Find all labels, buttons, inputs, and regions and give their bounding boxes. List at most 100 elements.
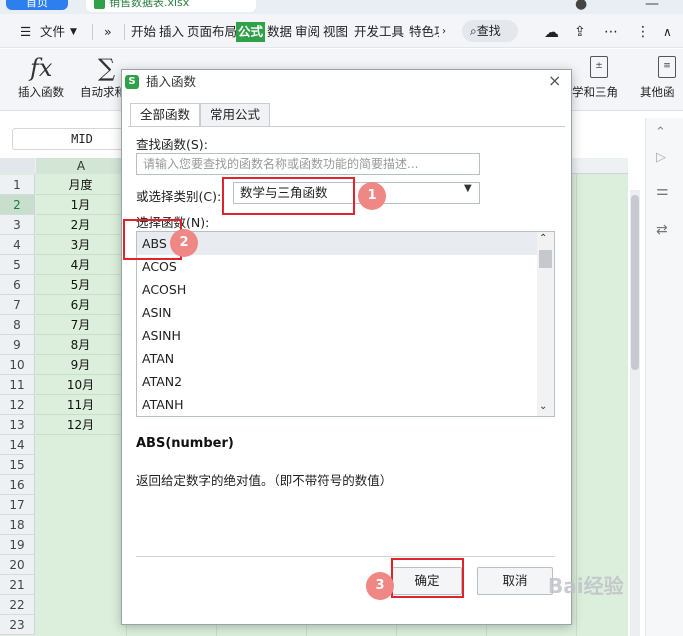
- cell-a[interactable]: 11月: [36, 395, 126, 415]
- row-header[interactable]: 9: [0, 335, 35, 355]
- row-header[interactable]: 15: [0, 455, 35, 475]
- menu-data[interactable]: 数据: [267, 22, 292, 42]
- row-header[interactable]: 17: [0, 495, 35, 515]
- tab-common-formulas[interactable]: 常用公式: [200, 103, 270, 127]
- menu-home[interactable]: 开始: [131, 22, 156, 42]
- function-list-item[interactable]: ATAN: [137, 347, 537, 370]
- cell-a[interactable]: 12月: [36, 415, 126, 435]
- cell-a[interactable]: 8月: [36, 335, 126, 355]
- row-header[interactable]: 20: [0, 555, 35, 575]
- dialog-title: 插入函数: [146, 74, 197, 89]
- function-list-item[interactable]: ACOS: [137, 255, 537, 278]
- search-button[interactable]: ⌕查找: [462, 20, 518, 42]
- menu-insert[interactable]: 插入: [159, 22, 184, 42]
- row-header[interactable]: 10: [0, 355, 35, 375]
- cell-a[interactable]: 4月: [36, 255, 126, 275]
- menu-more[interactable]: »: [104, 22, 112, 42]
- close-icon[interactable]: ×: [548, 71, 561, 90]
- row-header[interactable]: 14: [0, 435, 35, 455]
- chevron-down-icon[interactable]: ▼: [70, 22, 77, 42]
- minimize-icon[interactable]: —: [645, 0, 659, 12]
- menu-file[interactable]: 文件: [40, 22, 65, 42]
- function-list-item[interactable]: ATAN2: [137, 370, 537, 393]
- row-header[interactable]: 7: [0, 295, 35, 315]
- document-tab[interactable]: 销售数据表.xlsx: [86, 0, 256, 12]
- menu-review[interactable]: 审阅: [295, 22, 320, 42]
- gridline: [576, 174, 577, 636]
- autosum-button[interactable]: 自动求和: [80, 84, 126, 100]
- row-header[interactable]: 13: [0, 415, 35, 435]
- column-header-a[interactable]: A: [36, 158, 126, 174]
- more-options-icon[interactable]: ⋯: [604, 22, 618, 42]
- cell-a[interactable]: 5月: [36, 275, 126, 295]
- select-all-corner[interactable]: [0, 158, 35, 174]
- cell-a[interactable]: 月度: [36, 175, 126, 195]
- row-header[interactable]: 8: [0, 315, 35, 335]
- chevron-right-icon[interactable]: ›: [442, 22, 446, 42]
- play-icon[interactable]: ▷: [656, 150, 666, 165]
- row-header[interactable]: 23: [0, 615, 35, 635]
- function-list-item[interactable]: ACOSH: [137, 278, 537, 301]
- insert-function-button[interactable]: 插入函数: [18, 84, 64, 100]
- row-header[interactable]: 3: [0, 215, 35, 235]
- menu-formulas[interactable]: 公式: [236, 22, 266, 42]
- scroll-up-icon[interactable]: ⌃: [539, 233, 547, 244]
- cloud-icon[interactable]: ☁: [544, 22, 559, 42]
- sigma-icon: ∑: [98, 54, 116, 82]
- function-list-item[interactable]: ATANH: [137, 393, 537, 416]
- share-icon[interactable]: ⇪: [574, 22, 586, 42]
- hamburger-icon[interactable]: ☰: [20, 22, 31, 42]
- row-header[interactable]: 11: [0, 375, 35, 395]
- row-header[interactable]: 16: [0, 475, 35, 495]
- cell-a[interactable]: 6月: [36, 295, 126, 315]
- function-search-input[interactable]: 请输入您要查找的函数名称或函数功能的简要描述...: [136, 153, 480, 175]
- row-header[interactable]: 4: [0, 235, 35, 255]
- menu-developer[interactable]: 开发工具: [354, 22, 404, 42]
- transform-icon[interactable]: ⇄: [656, 222, 668, 238]
- cancel-button[interactable]: 取消: [477, 567, 553, 595]
- menu-view[interactable]: 视图: [323, 22, 348, 42]
- annotation-box-category: [222, 177, 355, 215]
- cell-a[interactable]: 7月: [36, 315, 126, 335]
- spreadsheet-icon: [94, 0, 105, 9]
- sliders-icon[interactable]: ⚌: [656, 183, 669, 199]
- cell-a[interactable]: 9月: [36, 355, 126, 375]
- document-tab-label: 销售数据表.xlsx: [109, 0, 190, 9]
- scroll-down-icon[interactable]: ⌄: [539, 401, 547, 412]
- row-header[interactable]: 21: [0, 575, 35, 595]
- wps-logo-icon: S: [125, 75, 139, 89]
- collapse-icon[interactable]: ∧: [663, 22, 672, 42]
- math-trig-button[interactable]: 学和三角: [572, 84, 618, 100]
- other-functions-button[interactable]: 其他函: [640, 84, 675, 100]
- function-list-item[interactable]: ASINH: [137, 324, 537, 347]
- user-icon[interactable]: ●: [575, 0, 587, 12]
- function-icon: fx: [30, 54, 53, 82]
- row-header[interactable]: 1: [0, 175, 35, 195]
- watermark-logo: Bai经验: [548, 574, 624, 598]
- row-header[interactable]: 18: [0, 515, 35, 535]
- row-header[interactable]: 6: [0, 275, 35, 295]
- row-header[interactable]: 19: [0, 535, 35, 555]
- menu-special[interactable]: 特色功: [409, 22, 439, 42]
- home-tab[interactable]: 首页: [6, 0, 68, 10]
- row-header[interactable]: 5: [0, 255, 35, 275]
- annotation-marker-1: 1: [358, 182, 386, 210]
- row-header[interactable]: 22: [0, 595, 35, 615]
- cell-a[interactable]: 2月: [36, 215, 126, 235]
- search-icon: ⌕: [470, 24, 477, 38]
- dropdown-arrow-icon[interactable]: ▼: [464, 183, 472, 194]
- menu-page-layout[interactable]: 页面布局: [187, 22, 237, 42]
- sheet-scroll-thumb[interactable]: [631, 195, 639, 370]
- function-list-item[interactable]: ASIN: [137, 301, 537, 324]
- tab-all-functions[interactable]: 全部函数: [130, 103, 200, 127]
- cell-a[interactable]: 3月: [36, 235, 126, 255]
- row-header[interactable]: 2: [0, 195, 35, 215]
- chevron-up-icon[interactable]: ⌃: [655, 125, 666, 140]
- function-list-scroll-thumb[interactable]: [539, 250, 552, 268]
- cell-a[interactable]: 1月: [36, 195, 126, 215]
- more-menu-icon[interactable]: ⋮: [636, 22, 650, 42]
- math-trig-icon: ±: [590, 56, 608, 78]
- cell-a[interactable]: 10月: [36, 375, 126, 395]
- row-header[interactable]: 12: [0, 395, 35, 415]
- function-signature: ABS(number): [136, 436, 234, 451]
